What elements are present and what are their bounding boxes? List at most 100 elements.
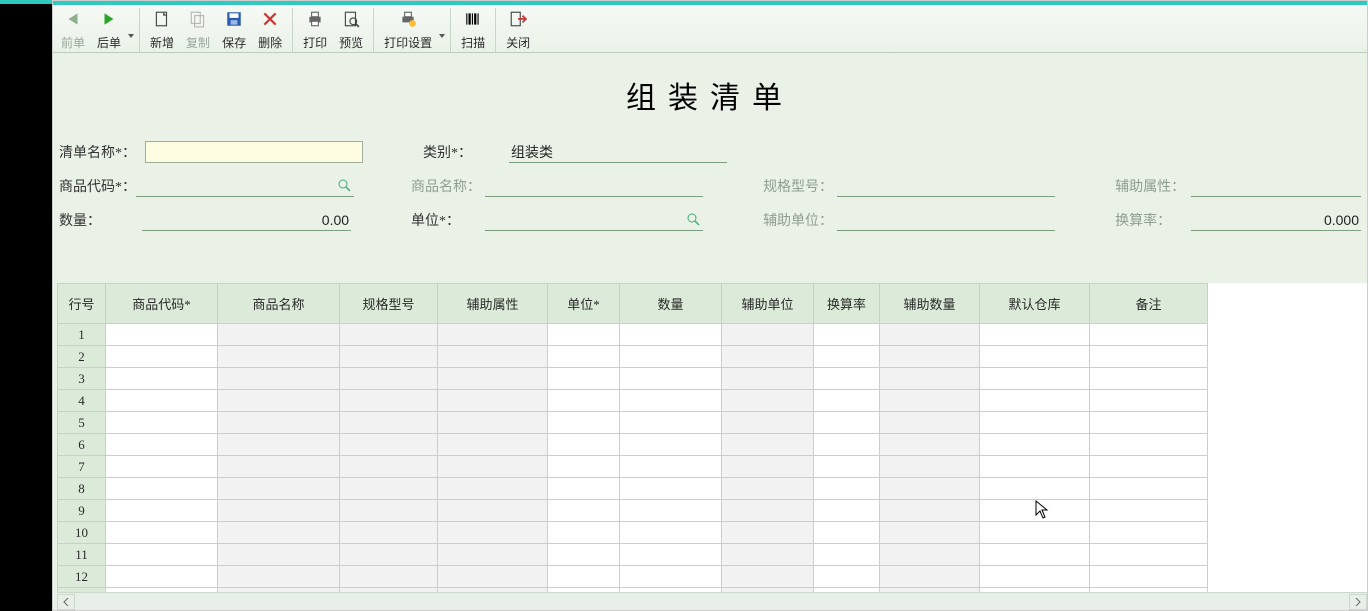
cell[interactable] xyxy=(814,500,880,522)
cell[interactable] xyxy=(1090,346,1208,368)
cell[interactable] xyxy=(814,412,880,434)
cell[interactable] xyxy=(106,434,218,456)
cell[interactable] xyxy=(620,566,722,588)
cell[interactable] xyxy=(1090,478,1208,500)
cell[interactable] xyxy=(1090,390,1208,412)
cell[interactable] xyxy=(340,544,438,566)
lookup-icon[interactable] xyxy=(685,211,701,227)
cell[interactable] xyxy=(880,456,980,478)
cell[interactable] xyxy=(340,500,438,522)
cell[interactable] xyxy=(880,500,980,522)
cell[interactable] xyxy=(438,412,548,434)
listname-input[interactable] xyxy=(145,141,363,163)
cell[interactable] xyxy=(340,434,438,456)
cell[interactable] xyxy=(106,566,218,588)
cell[interactable] xyxy=(722,346,814,368)
row-number[interactable]: 11 xyxy=(58,544,106,566)
horizontal-scrollbar[interactable] xyxy=(57,592,1367,610)
spec-input[interactable] xyxy=(837,175,1055,197)
cell[interactable] xyxy=(106,456,218,478)
cell[interactable] xyxy=(106,478,218,500)
cell[interactable] xyxy=(980,544,1090,566)
cell[interactable] xyxy=(218,412,340,434)
save-button[interactable]: 保存 xyxy=(216,8,252,52)
auxattr-input[interactable] xyxy=(1191,175,1361,197)
cell[interactable] xyxy=(106,390,218,412)
cell[interactable] xyxy=(218,500,340,522)
table-row[interactable]: 10 xyxy=(58,522,1208,544)
row-number[interactable]: 7 xyxy=(58,456,106,478)
cell[interactable] xyxy=(722,456,814,478)
cell[interactable] xyxy=(722,478,814,500)
cell[interactable] xyxy=(814,434,880,456)
copy-button[interactable]: 复制 xyxy=(180,8,216,52)
print-button[interactable]: 打印 xyxy=(297,8,333,52)
cell[interactable] xyxy=(814,346,880,368)
cell[interactable] xyxy=(620,368,722,390)
new-button[interactable]: 新增 xyxy=(144,8,180,52)
table-row[interactable]: 4 xyxy=(58,390,1208,412)
cell[interactable] xyxy=(218,368,340,390)
table-row[interactable]: 12 xyxy=(58,566,1208,588)
cell[interactable] xyxy=(880,478,980,500)
cell[interactable] xyxy=(106,500,218,522)
cell[interactable] xyxy=(980,412,1090,434)
cell[interactable] xyxy=(814,566,880,588)
cell[interactable] xyxy=(814,478,880,500)
cell[interactable] xyxy=(218,478,340,500)
column-header[interactable]: 商品名称 xyxy=(218,284,340,324)
cell[interactable] xyxy=(620,456,722,478)
cell[interactable] xyxy=(620,390,722,412)
row-number[interactable]: 4 xyxy=(58,390,106,412)
row-number[interactable]: 12 xyxy=(58,566,106,588)
cell[interactable] xyxy=(980,522,1090,544)
table-row[interactable]: 5 xyxy=(58,412,1208,434)
cell[interactable] xyxy=(1090,544,1208,566)
cell[interactable] xyxy=(880,368,980,390)
cell[interactable] xyxy=(980,390,1090,412)
scroll-right-button[interactable] xyxy=(1349,594,1367,610)
preview-button[interactable]: 预览 xyxy=(333,8,369,52)
column-header[interactable]: 辅助单位 xyxy=(722,284,814,324)
column-header[interactable]: 辅助数量 xyxy=(880,284,980,324)
cell[interactable] xyxy=(438,434,548,456)
cell[interactable] xyxy=(218,456,340,478)
column-header[interactable]: 数量 xyxy=(620,284,722,324)
cell[interactable] xyxy=(218,434,340,456)
cell[interactable] xyxy=(722,390,814,412)
cell[interactable] xyxy=(548,412,620,434)
row-number[interactable]: 5 xyxy=(58,412,106,434)
cell[interactable] xyxy=(548,390,620,412)
cell[interactable] xyxy=(880,324,980,346)
table-row[interactable]: 1 xyxy=(58,324,1208,346)
cell[interactable] xyxy=(340,324,438,346)
cell[interactable] xyxy=(980,478,1090,500)
column-header[interactable]: 默认仓库 xyxy=(980,284,1090,324)
cell[interactable] xyxy=(980,324,1090,346)
cell[interactable] xyxy=(218,324,340,346)
cell[interactable] xyxy=(106,522,218,544)
cell[interactable] xyxy=(814,390,880,412)
cell[interactable] xyxy=(1090,522,1208,544)
cell[interactable] xyxy=(106,368,218,390)
cell[interactable] xyxy=(1090,434,1208,456)
cell[interactable] xyxy=(438,456,548,478)
cell[interactable] xyxy=(980,456,1090,478)
cell[interactable] xyxy=(880,390,980,412)
cell[interactable] xyxy=(814,544,880,566)
cell[interactable] xyxy=(620,522,722,544)
cell[interactable] xyxy=(548,324,620,346)
unit-input[interactable] xyxy=(485,209,703,231)
cell[interactable] xyxy=(438,566,548,588)
cell[interactable] xyxy=(620,500,722,522)
cell[interactable] xyxy=(438,346,548,368)
cell[interactable] xyxy=(980,434,1090,456)
cell[interactable] xyxy=(1090,500,1208,522)
cell[interactable] xyxy=(438,390,548,412)
cell[interactable] xyxy=(340,412,438,434)
cell[interactable] xyxy=(722,412,814,434)
scan-button[interactable]: 扫描 xyxy=(455,8,491,52)
table-row[interactable]: 9 xyxy=(58,500,1208,522)
prodcode-input[interactable] xyxy=(136,175,354,197)
cell[interactable] xyxy=(620,324,722,346)
